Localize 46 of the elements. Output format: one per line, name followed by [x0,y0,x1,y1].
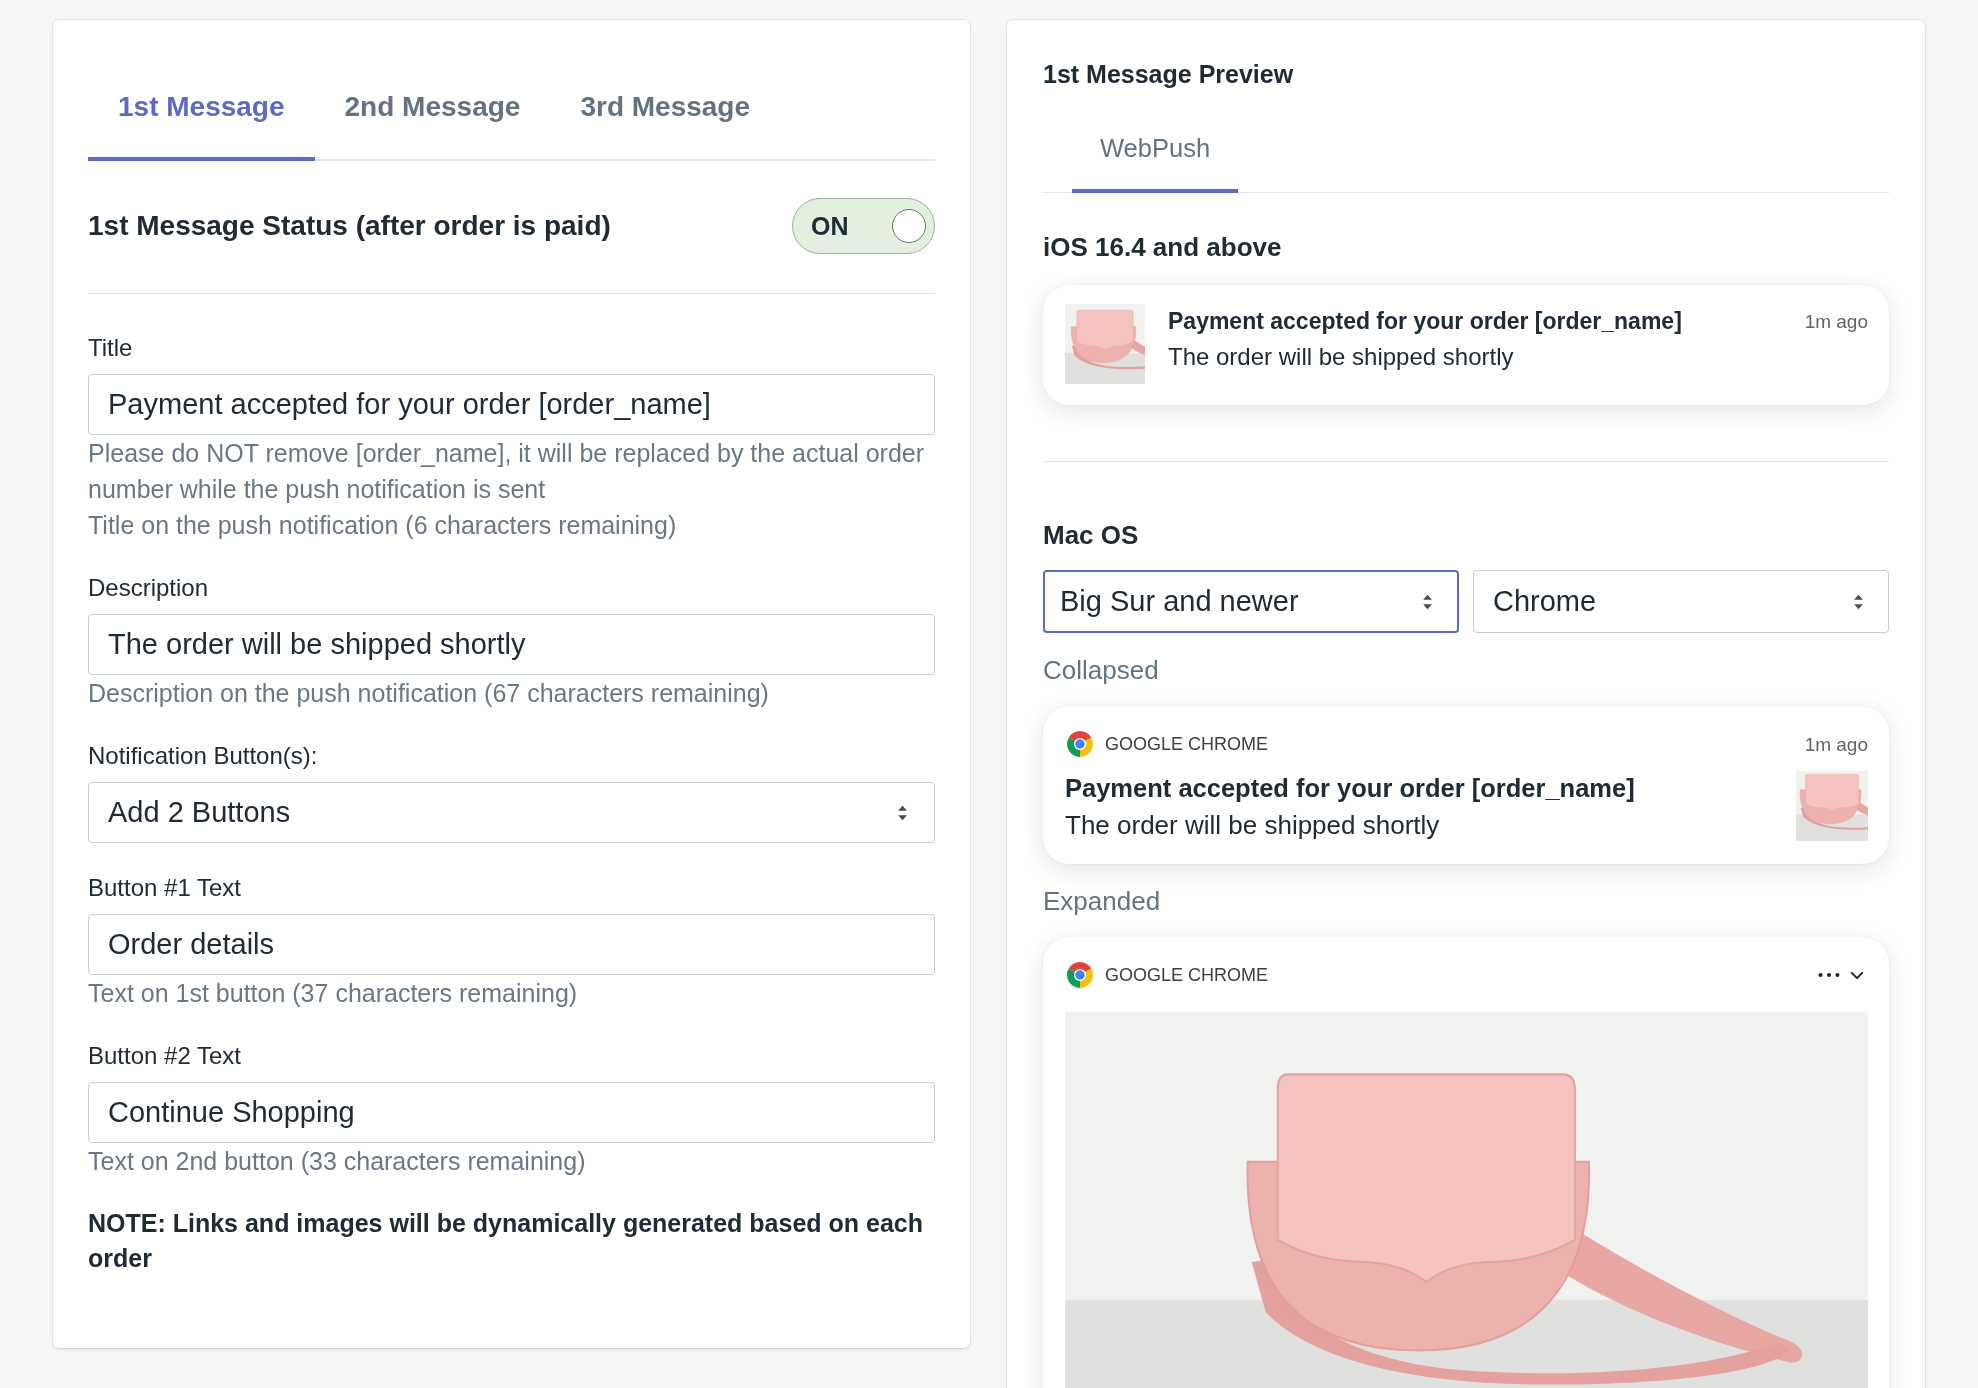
notification-body: The order will be shipped shortly [1065,809,1441,842]
text-field[interactable]: Payment accepted for your order [order_name] [88,374,935,435]
status-label: 1st Message Status (after order is paid) [88,209,611,243]
select-arrows-icon [1853,592,1864,611]
help-text: Text on 1st button (37 characters remaining) [88,978,579,1009]
select-arrows-icon [1422,592,1433,611]
field-label: Description [88,573,210,603]
chrome-logo-icon [1067,731,1093,757]
status-toggle[interactable]: ON [792,198,935,254]
field-label: Title [88,333,134,363]
field-label: Button #1 Text [88,873,242,903]
text-field[interactable]: The order will be shipped shortly [88,614,935,675]
chrome-logo-icon [1067,962,1093,988]
section-label: Expanded [1043,886,1162,916]
notification-title: Payment accepted for your order [order_name] [1065,773,1636,804]
notification-title: Payment accepted for your order [order_name] [1168,307,1683,336]
text-field[interactable]: Order details [88,914,935,975]
text-field[interactable]: Continue Shopping [88,1082,935,1143]
help-text: Description on the push notification (67 characters remaining) [88,678,770,709]
select-field[interactable]: Big Sur and newer [1043,570,1459,633]
toggle-knob [892,209,926,243]
help-text: Title on the push notification (6 characters remaining) [88,510,678,541]
chevron-down-icon [1850,970,1864,980]
section-heading: iOS 16.4 and above [1043,231,1283,263]
help-text: Please do NOT remove [order_name], it will be replaced by the actual order number while the push notification is sent [88,438,926,505]
select-arrows-icon [897,803,908,822]
app-name: GOOGLE CHROME [1105,964,1269,986]
product-thumbnail [1796,771,1868,841]
note-text: NOTE: Links and images will be dynamically generated based on each order [88,1208,924,1274]
section-label: Collapsed [1043,655,1160,685]
help-text: Text on 2nd button (33 characters remaining) [88,1146,587,1177]
tab[interactable]: 1st Message [88,30,315,161]
tab[interactable]: WebPush [1072,100,1239,193]
app-name: GOOGLE CHROME [1105,733,1269,755]
timestamp: 1m ago [1804,310,1868,334]
preview-title: 1st Message Preview [1043,59,1295,90]
select-field[interactable]: Add 2 Buttons [88,782,935,843]
more-icon [1818,972,1840,978]
notification-body: The order will be shipped shortly [1168,342,1515,372]
field-label: Button #2 Text [88,1041,242,1071]
timestamp: 1m ago [1804,732,1868,757]
section-heading: Mac OS [1043,519,1140,551]
field-label: Notification Button(s): [88,741,319,771]
tab[interactable]: 3rd Message [550,30,781,161]
select-field[interactable]: Chrome [1473,570,1889,633]
tab[interactable]: 2nd Message [314,30,551,161]
